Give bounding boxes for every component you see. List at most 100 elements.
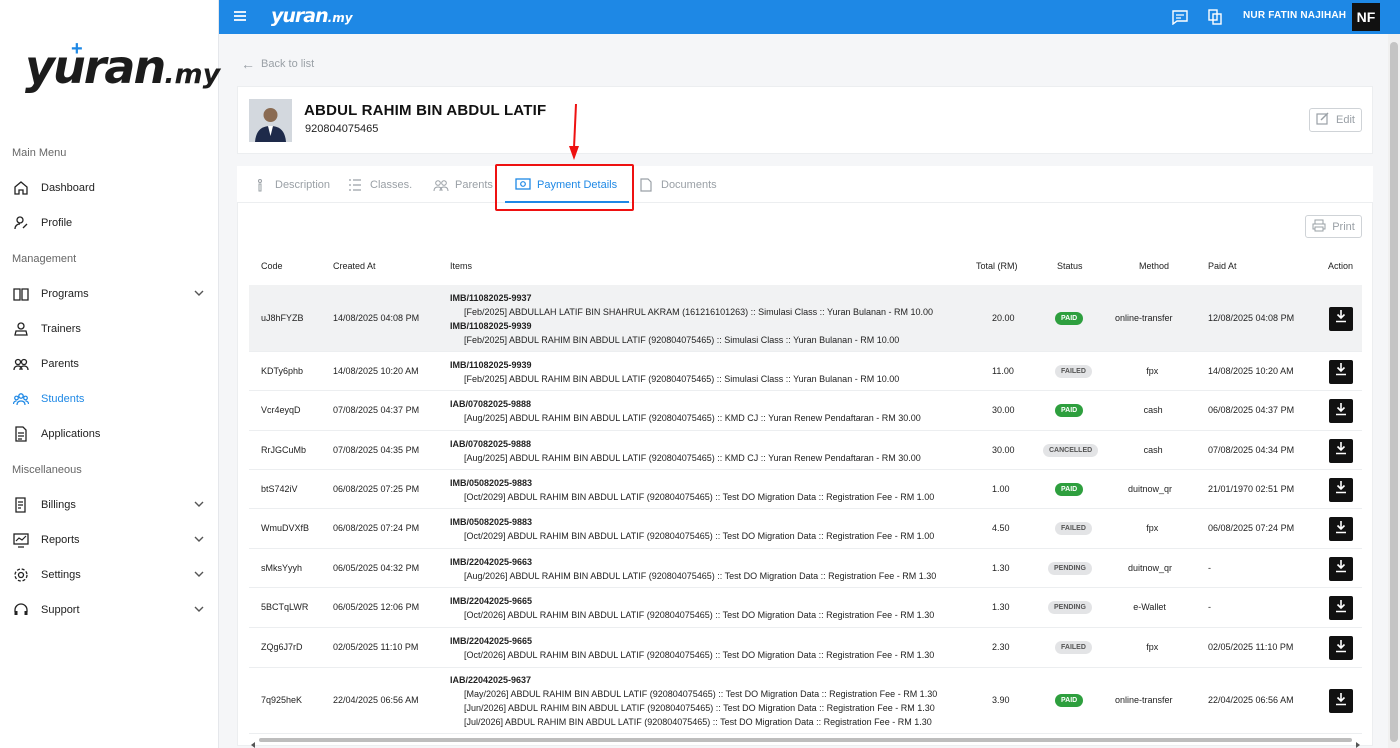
sidebar-item-settings[interactable]: Settings (12, 563, 207, 587)
sidebar-item-students[interactable]: Students (12, 387, 207, 411)
cell-code: KDTy6phb (261, 365, 304, 376)
sidebar-item-dashboard[interactable]: Dashboard (12, 176, 207, 200)
download-icon (1334, 599, 1348, 618)
cell-code: ZQg6J7rD (261, 642, 303, 652)
cell-created-at: 06/08/2025 07:24 PM (333, 523, 420, 533)
print-button[interactable]: Print (1305, 215, 1362, 238)
sidebar-item-profile[interactable]: Profile (12, 211, 207, 235)
status-badge: PAID (1055, 311, 1084, 325)
cell-total: 1.30 (992, 562, 1010, 573)
parents-icon (433, 178, 449, 192)
download-icon (1334, 559, 1348, 578)
sidebar-item-programs[interactable]: Programs (12, 282, 207, 306)
cell-paid-at: 12/08/2025 04:08 PM (1208, 312, 1295, 323)
table-row: ZQg6J7rD 02/05/2025 11:10 PM IMB/22042025-… (249, 628, 1362, 668)
item-desc: [Oct/2029] ABDUL RAHIM BIN ABDUL LATIF (… (464, 531, 935, 541)
chevron-down-icon (193, 603, 205, 618)
cell-created-at: 07/08/2025 04:37 PM (333, 405, 420, 415)
sidebar-item-trainers[interactable]: Trainers (12, 317, 207, 341)
cell-paid-at: - (1208, 602, 1211, 612)
sidebar-item-applications[interactable]: Applications (12, 422, 207, 446)
horizontal-scrollbar[interactable] (249, 736, 1362, 748)
cell-total: 1.00 (992, 483, 1010, 494)
profile-icon (12, 214, 30, 232)
apps-icon[interactable] (1207, 9, 1223, 25)
cell-created-at: 02/05/2025 11:10 PM (333, 642, 419, 652)
menu-icon[interactable] (233, 9, 247, 23)
cell-created-at: 22/04/2025 06:56 AM (333, 695, 419, 705)
tab-classes[interactable]: Classes. (348, 166, 412, 203)
table-row: uJ8hFYZB 14/08/2025 04:08 PM IMB/11082025-… (249, 285, 1362, 352)
cell-total: 30.00 (992, 405, 1015, 415)
user-name[interactable]: NUR FATIN NAJIHAH (1243, 10, 1346, 21)
cell-paid-at: 22/04/2025 06:56 AM (1208, 695, 1294, 705)
item-ref: IAB/07082025-9888 (450, 438, 532, 449)
arrow-left-icon: ← (241, 56, 255, 72)
download-button[interactable] (1329, 306, 1353, 331)
chat-icon[interactable] (1172, 9, 1188, 26)
vertical-scrollbar[interactable] (1388, 34, 1400, 748)
student-ic-number: 920804075465 (305, 123, 379, 135)
download-button[interactable] (1329, 689, 1353, 713)
cell-method: fpx (1146, 365, 1159, 376)
cell-paid-at: 21/01/1970 02:51 PM (1208, 483, 1295, 494)
list-icon (348, 178, 364, 192)
cell-paid-at: 02/05/2025 11:10 PM (1208, 642, 1294, 652)
back-label: Back to list (261, 58, 315, 70)
sidebar-item-label: Billings (41, 499, 76, 511)
status-badge: PAID (1055, 694, 1084, 707)
download-icon (1334, 520, 1348, 539)
cell-method: fpx (1146, 642, 1159, 652)
sidebar-item-reports[interactable]: Reports (12, 528, 207, 552)
status-badge: FAILED (1055, 641, 1092, 654)
item-desc: [Oct/2026] ABDUL RAHIM BIN ABDUL LATIF (… (464, 610, 935, 620)
cell-code: WmuDVXfB (261, 523, 310, 533)
student-card (237, 86, 1373, 154)
cell-items: IAB/07082025-9888 [Aug/2025] ABDUL RAHIM … (450, 437, 921, 465)
download-button[interactable] (1329, 596, 1353, 620)
sidebar-item-label: Applications (41, 428, 101, 440)
avatar[interactable]: NF (1352, 3, 1380, 31)
chevron-down-icon (193, 498, 205, 513)
tab-description[interactable]: Description (253, 166, 330, 203)
download-icon (1334, 309, 1348, 328)
edit-button[interactable]: Edit (1309, 108, 1362, 132)
download-button[interactable] (1329, 556, 1353, 581)
download-button[interactable] (1329, 517, 1353, 541)
cell-paid-at: 06/08/2025 07:24 PM (1208, 523, 1295, 533)
item-desc: [Feb/2025] ABDULLAH LATIF BIN SHAHRUL AK… (464, 306, 934, 317)
sidebar-item-support[interactable]: Support (12, 598, 207, 622)
download-button[interactable] (1329, 438, 1353, 463)
book-icon (12, 285, 30, 303)
cell-items: IMB/11082025-9939 [Feb/2025] ABDUL RAHIM … (450, 358, 899, 386)
header-code: Code (261, 261, 283, 271)
item-desc: [Aug/2025] ABDUL RAHIM BIN ABDUL LATIF (… (464, 452, 921, 463)
table-row: RrJGCuMb 07/08/2025 04:35 PM IAB/07082025-… (249, 431, 1362, 470)
tab-parents[interactable]: Parents (433, 166, 493, 203)
download-button[interactable] (1329, 477, 1353, 502)
sidebar-item-billings[interactable]: Billings (12, 493, 207, 517)
yuran-logo[interactable]: + yuran.my (25, 38, 220, 96)
chevron-down-icon (193, 287, 205, 302)
cell-created-at: 14/08/2025 10:20 AM (333, 365, 419, 376)
item-ref: IMB/11082025-9939 (450, 359, 532, 370)
download-icon (1334, 639, 1348, 658)
cell-paid-at: - (1208, 562, 1211, 573)
item-desc: [Feb/2025] ABDUL RAHIM BIN ABDUL LATIF (… (464, 334, 900, 345)
printer-icon (1312, 219, 1326, 235)
tab-documents[interactable]: Documents (639, 166, 717, 203)
chevron-down-icon (193, 568, 205, 583)
cell-code: 7q925heK (261, 695, 303, 705)
download-button[interactable] (1329, 359, 1353, 384)
sidebar-item-label: Settings (41, 569, 81, 581)
sidebar-item-label: Students (41, 393, 85, 405)
download-button[interactable] (1329, 636, 1353, 660)
sidebar-item-label: Trainers (41, 323, 81, 335)
logo-tld: .my (164, 59, 221, 90)
item-desc: [Oct/2026] ABDUL RAHIM BIN ABDUL LATIF (… (464, 650, 935, 660)
cell-code: Vcr4eyqD (261, 405, 301, 415)
back-to-list-link[interactable]: ← Back to list (241, 56, 314, 72)
sidebar-item-parents[interactable]: Parents (12, 352, 207, 376)
top-logo[interactable]: yuran.my (271, 5, 353, 27)
download-button[interactable] (1329, 399, 1353, 423)
